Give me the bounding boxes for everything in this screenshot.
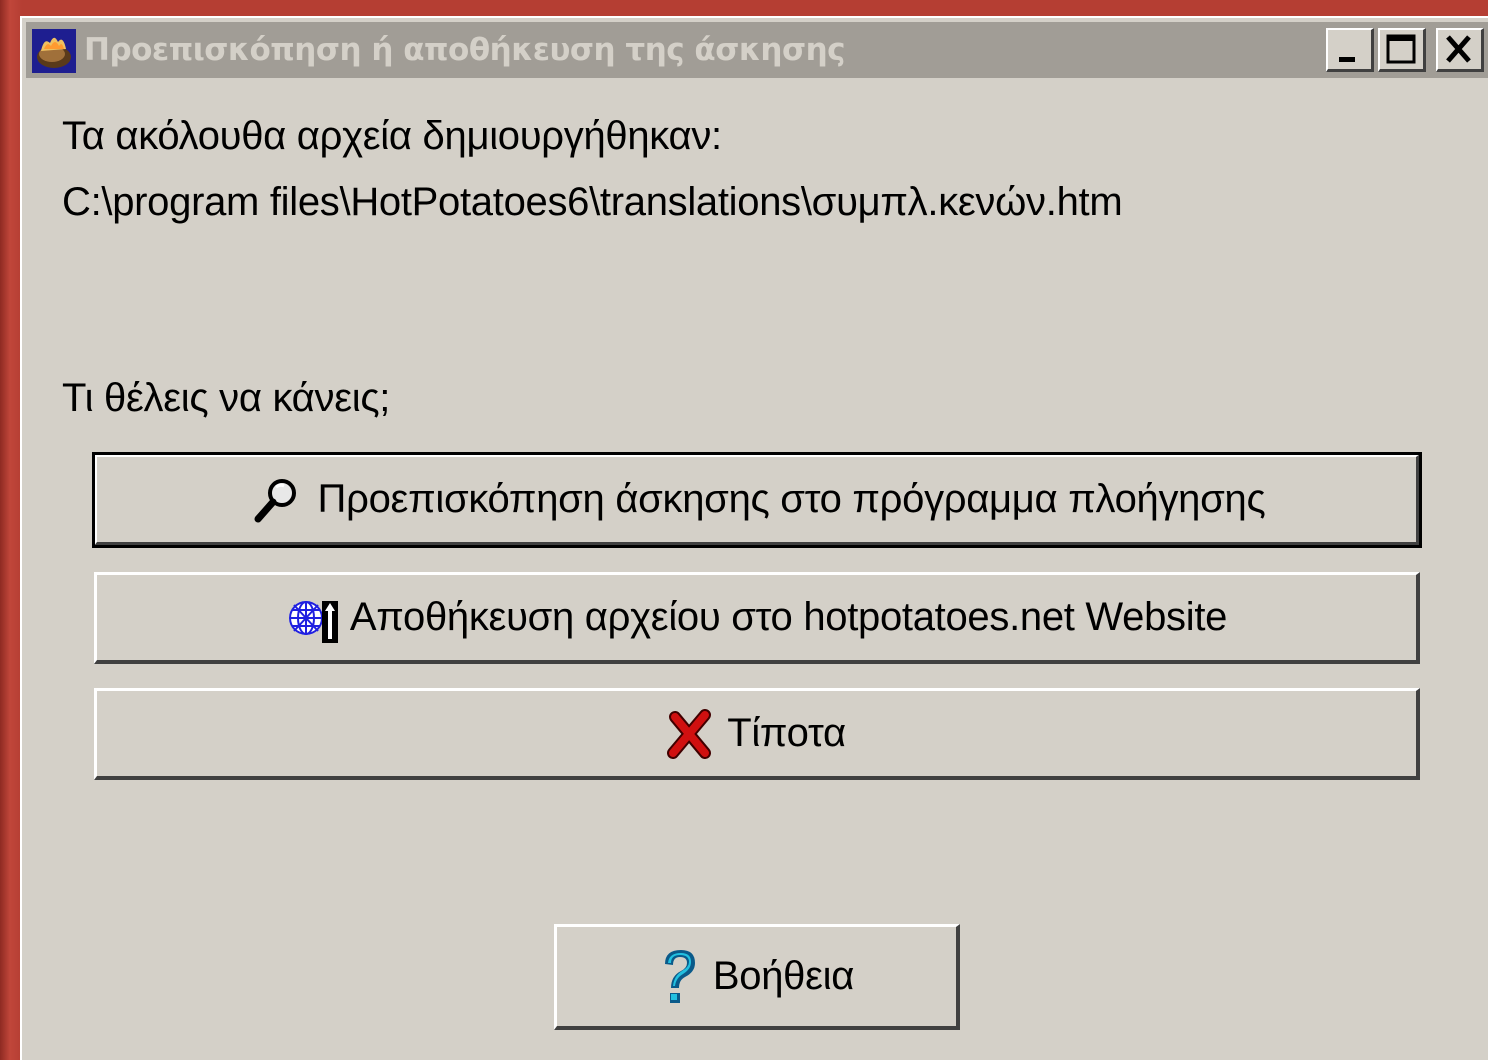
red-x-icon	[667, 708, 713, 759]
minimize-icon	[1339, 57, 1355, 62]
file-path-text: C:\program files\HotPotatoes6\translatio…	[62, 180, 1123, 224]
help-button[interactable]: Βοήθεια	[554, 924, 960, 1030]
files-created-label: Τα ακόλουθα αρχεία δημιουργήθηκαν:	[62, 114, 722, 158]
window-title: Προεπισκόπηση ή αποθήκευση της άσκησης	[84, 32, 846, 68]
question-label: Τι θέλεις να κάνεις;	[62, 376, 391, 420]
hot-potatoes-app-icon[interactable]	[32, 29, 76, 73]
help-button-label: Βοήθεια	[712, 954, 855, 998]
close-button[interactable]	[1436, 28, 1484, 72]
web-upload-icon	[286, 591, 340, 645]
maximize-icon	[1386, 34, 1416, 64]
preview-in-browser-button[interactable]: Προεπισκόπηση άσκησης στο πρόγραμμα πλοή…	[92, 452, 1422, 548]
preview-button-label: Προεπισκόπηση άσκησης στο πρόγραμμα πλοή…	[317, 477, 1266, 521]
dialog-window: Προεπισκόπηση ή αποθήκευση της άσκησης Τ…	[20, 16, 1488, 1060]
do-nothing-button[interactable]: Τίποτα	[94, 688, 1420, 780]
magnifier-icon	[248, 475, 304, 525]
maximize-button[interactable]	[1378, 28, 1426, 72]
question-mark-icon	[659, 948, 699, 1006]
upload-to-website-button[interactable]: Αποθήκευση αρχείου στο hotpotatoes.net W…	[94, 572, 1420, 664]
close-icon	[1446, 35, 1471, 63]
minimize-button[interactable]	[1326, 28, 1374, 72]
nothing-button-label: Τίποτα	[727, 711, 846, 755]
title-bar[interactable]: Προεπισκόπηση ή αποθήκευση της άσκησης	[26, 22, 1488, 78]
upload-button-label: Αποθήκευση αρχείου στο hotpotatoes.net W…	[349, 595, 1228, 639]
